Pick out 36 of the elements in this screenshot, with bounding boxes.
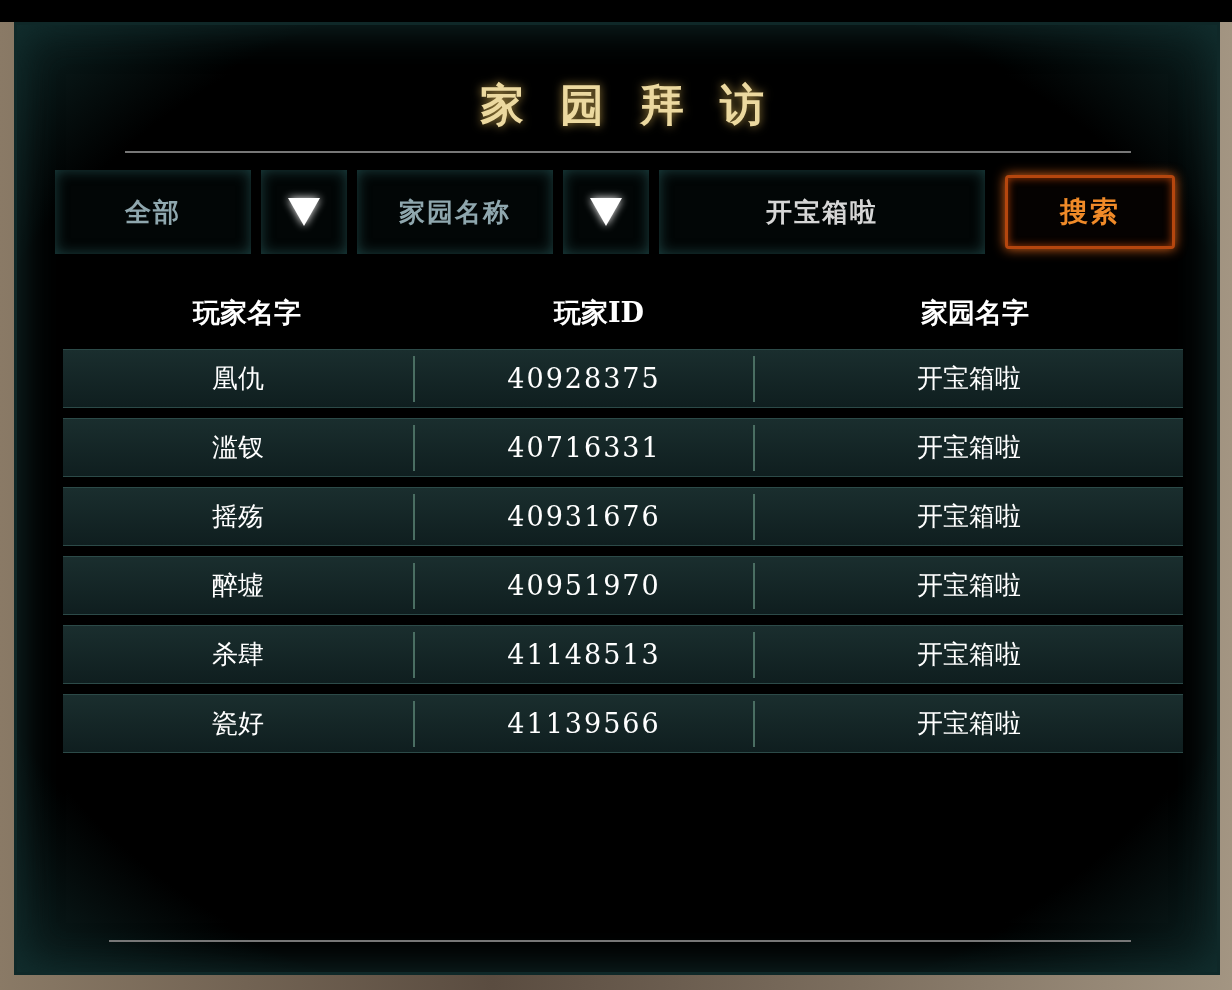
player-row[interactable]: 瓷好 41139566 开宝箱啦 [63,694,1183,753]
table-cell-text: 41139566 [506,708,662,739]
dialog-title: 家园拜访 [479,78,801,132]
column-header: 玩家ID [552,296,645,330]
table-cell-text: 杀肆 [211,638,265,671]
dropdown-button[interactable] [563,170,649,254]
table-cell-text: 开宝箱啦 [916,638,1022,671]
column-header: 家园名字 [920,296,1030,330]
search-field[interactable]: 开宝箱啦 [659,170,985,254]
table-cell-text: 凰仇 [211,362,265,395]
table-cell-text: 瓷好 [211,707,265,740]
table-cell-text: 开宝箱啦 [916,500,1022,533]
filter-dropdown[interactable]: 家园名称 [357,170,553,254]
table-cell-text: 滥钗 [211,431,265,464]
player-row[interactable]: 滥钗 40716331 开宝箱啦 [63,418,1183,477]
table-cell-text: 40931676 [506,501,662,532]
player-row[interactable]: 凰仇 40928375 开宝箱啦 [63,349,1183,408]
player-row[interactable]: 摇殇 40931676 开宝箱啦 [63,487,1183,546]
player-row[interactable]: 醉墟 40951970 开宝箱啦 [63,556,1183,615]
table-cell-text: 40928375 [506,363,662,394]
table-cell-text: 40951970 [506,570,662,601]
table-cell-text: 开宝箱啦 [916,569,1022,602]
table-cell-text: 醉墟 [211,569,265,602]
caret-icon [286,196,322,228]
table-cell-text: 开宝箱啦 [916,707,1022,740]
table-cell-text: 开宝箱啦 [916,362,1022,395]
player-row[interactable]: 杀肆 41148513 开宝箱啦 [63,625,1183,684]
table-cell-text: 摇殇 [211,500,265,533]
column-header: 玩家名字 [191,296,302,330]
table-cell-text: 开宝箱啦 [916,431,1022,464]
table-cell-text: 40716331 [506,432,662,463]
caret-icon [588,196,624,228]
search-button[interactable]: 搜索 [1005,175,1175,249]
filter-dropdown[interactable]: 全部 [55,170,251,254]
dropdown-button[interactable] [261,170,347,254]
table-cell-text: 41148513 [506,639,662,670]
